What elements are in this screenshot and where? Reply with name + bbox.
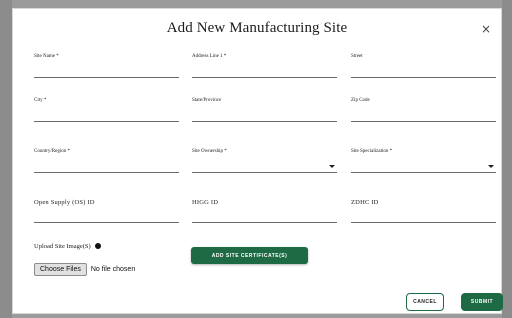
city-field[interactable]: City * [34,98,179,122]
state-province-label: State/Province [192,98,222,103]
chevron-down-icon[interactable] [488,165,494,168]
zdhc-id-label: ZDHC ID [351,199,379,206]
higg-id-underline [192,222,337,223]
address-line1-field[interactable]: Address Line 1 * [192,54,337,78]
modal-backdrop-left [0,0,12,318]
file-input[interactable]: Choose Files No file chosen [34,260,136,276]
country-region-underline [34,172,179,173]
upload-site-image-label: Upload Site Image(S) [34,243,101,250]
higg-id-label: HIGG ID [192,199,219,206]
modal-title: Add New Manufacturing Site [166,20,348,36]
zdhc-id-field[interactable]: ZDHC ID [351,199,496,223]
site-name-underline [34,77,179,78]
site-specialization-label: Site Specialization * [351,149,393,154]
open-supply-id-label: Open Supply (OS) ID [34,199,95,206]
chevron-down-icon[interactable] [329,165,335,168]
zip-code-label: Zip Code [351,98,370,103]
state-province-underline [192,121,337,122]
close-icon[interactable]: × [481,22,491,36]
street-field[interactable]: Street [351,54,496,78]
open-supply-id-underline [34,222,179,223]
street-label: Street [351,54,363,59]
address-line1-underline [192,77,337,78]
add-site-certificate-button[interactable]: ADD SITE CERTIFICATE(S) [191,247,308,264]
site-ownership-label: Site Ownership * [192,149,227,154]
submit-button[interactable]: SUBMIT [461,293,503,311]
info-icon[interactable] [94,243,101,249]
zdhc-id-underline [351,222,496,223]
modal-backdrop-right [502,0,512,318]
country-region-field[interactable]: Country/Region * [34,149,179,173]
street-underline [351,77,496,78]
open-supply-id-field[interactable]: Open Supply (OS) ID [34,199,179,223]
country-region-label: Country/Region * [34,149,70,154]
site-specialization-underline [351,172,496,173]
add-site-modal: Add New Manufacturing Site × Site Name *… [12,8,503,314]
site-ownership-underline [192,172,337,173]
file-status-text: No file chosen [90,265,136,273]
site-ownership-select[interactable]: Site Ownership * [192,149,337,173]
state-province-field[interactable]: State/Province [192,98,337,122]
site-name-label: Site Name * [34,54,59,59]
zip-code-underline [351,121,496,122]
choose-files-button[interactable]: Choose Files [34,262,87,276]
city-label: City * [34,98,47,103]
cancel-button[interactable]: CANCEL [406,293,444,311]
address-line1-label: Address Line 1 * [192,54,227,59]
higg-id-field[interactable]: HIGG ID [192,199,337,223]
site-specialization-select[interactable]: Site Specialization * [351,149,496,173]
site-name-field[interactable]: Site Name * [34,54,179,78]
city-underline [34,121,179,122]
zip-code-field[interactable]: Zip Code [351,98,496,122]
upload-label-text: Upload Site Image(S) [34,243,91,250]
